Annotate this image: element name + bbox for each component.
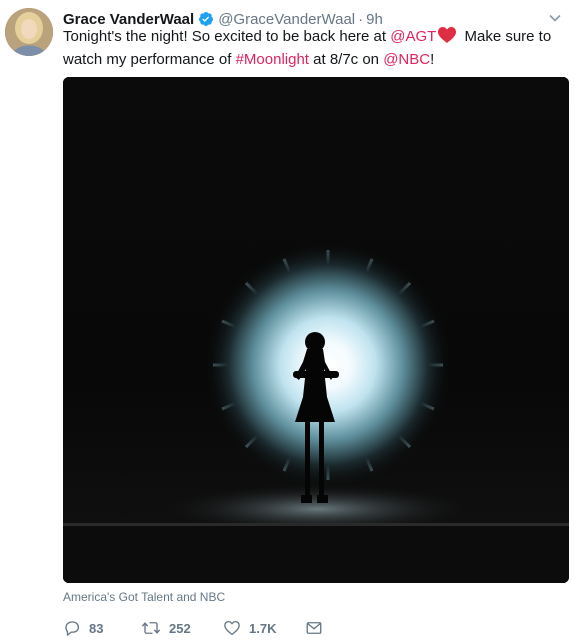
tweet-text: Tonight's the night! So excited to be ba… <box>63 27 558 70</box>
like-button[interactable]: 1.7K <box>223 619 305 637</box>
red-heart-icon <box>438 27 457 50</box>
tweet-text-part: ! <box>430 51 435 68</box>
tweet-timestamp[interactable]: 9h <box>366 11 383 28</box>
like-count: 1.7K <box>249 620 277 636</box>
verified-badge-icon <box>198 11 214 27</box>
tweet-header: Grace VanderWaal @GraceVanderWaal · 9h <box>63 9 383 29</box>
reply-icon <box>65 621 80 636</box>
envelope-icon <box>306 622 322 634</box>
header-separator: · <box>358 10 364 28</box>
avatar[interactable] <box>5 8 53 56</box>
tweet[interactable]: Grace VanderWaal @GraceVanderWaal · 9h T… <box>0 0 575 641</box>
more-options-chevron-down-icon[interactable] <box>547 10 563 26</box>
author-handle[interactable]: @GraceVanderWaal <box>218 11 355 28</box>
retweet-button[interactable]: 252 <box>141 619 223 637</box>
direct-message-button[interactable] <box>305 619 323 637</box>
mention-nbc-link[interactable]: @NBC <box>383 51 430 68</box>
avatar-photo <box>5 8 53 56</box>
retweet-count: 252 <box>169 620 191 636</box>
tweet-media[interactable] <box>63 77 569 583</box>
retweet-icon <box>141 622 161 634</box>
author-name[interactable]: Grace VanderWaal <box>63 11 194 28</box>
reply-button[interactable]: 83 <box>63 619 141 637</box>
media-credit: America's Got Talent and NBC <box>63 590 226 604</box>
tweet-actions: 83 252 1.7K <box>63 618 323 638</box>
hashtag-moonlight-link[interactable]: #Moonlight <box>236 51 309 68</box>
tweet-text-part: Tonight's the night! So excited to be ba… <box>63 28 391 45</box>
stage-silhouette-photo <box>63 77 569 583</box>
tweet-text-part: at 8/7c on <box>308 51 384 68</box>
reply-count: 83 <box>89 620 104 636</box>
heart-icon <box>224 620 240 636</box>
mention-agt-link[interactable]: @AGT <box>390 28 436 45</box>
